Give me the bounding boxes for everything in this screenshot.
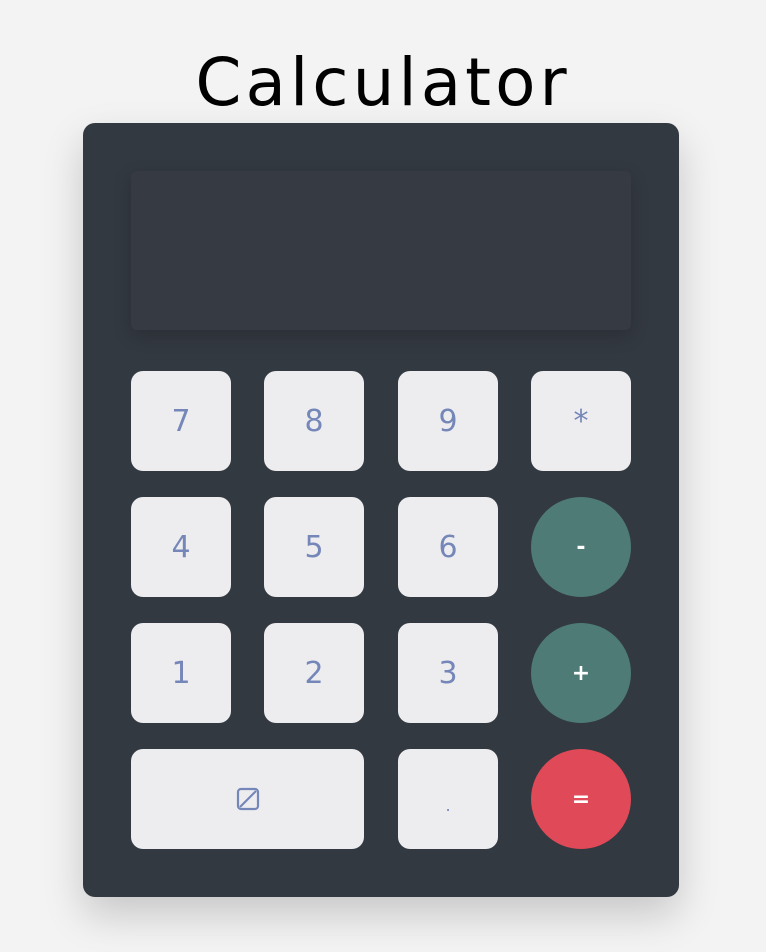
key-3[interactable]: 3 xyxy=(398,623,498,723)
add-label: + xyxy=(571,660,591,686)
page-title: Calculator xyxy=(195,44,571,121)
multiply-label: * xyxy=(573,403,589,439)
key-5-label: 5 xyxy=(304,529,324,565)
key-4-label: 4 xyxy=(171,529,191,565)
decimal-button[interactable]: . xyxy=(398,749,498,849)
key-2[interactable]: 2 xyxy=(264,623,364,723)
key-8-label: 8 xyxy=(304,403,324,439)
calculator-body: 7 8 9 * 4 5 6 - 1 2 3 + . = xyxy=(83,123,679,897)
key-7[interactable]: 7 xyxy=(131,371,231,471)
multiply-button[interactable]: * xyxy=(531,371,631,471)
decimal-label: . xyxy=(445,795,451,815)
key-4[interactable]: 4 xyxy=(131,497,231,597)
add-button[interactable]: + xyxy=(531,623,631,723)
calculator-display xyxy=(131,171,631,330)
key-5[interactable]: 5 xyxy=(264,497,364,597)
key-1[interactable]: 1 xyxy=(131,623,231,723)
key-1-label: 1 xyxy=(171,655,191,691)
key-0[interactable] xyxy=(131,749,364,849)
key-3-label: 3 xyxy=(438,655,458,691)
key-8[interactable]: 8 xyxy=(264,371,364,471)
key-6-label: 6 xyxy=(438,529,458,565)
subtract-label: - xyxy=(576,534,586,560)
equals-button[interactable]: = xyxy=(531,749,631,849)
key-7-label: 7 xyxy=(171,403,191,439)
key-9-label: 9 xyxy=(438,403,458,439)
subtract-button[interactable]: - xyxy=(531,497,631,597)
key-2-label: 2 xyxy=(304,655,324,691)
equals-label: = xyxy=(571,786,591,812)
key-6[interactable]: 6 xyxy=(398,497,498,597)
zero-slashed-icon xyxy=(236,787,259,811)
key-9[interactable]: 9 xyxy=(398,371,498,471)
